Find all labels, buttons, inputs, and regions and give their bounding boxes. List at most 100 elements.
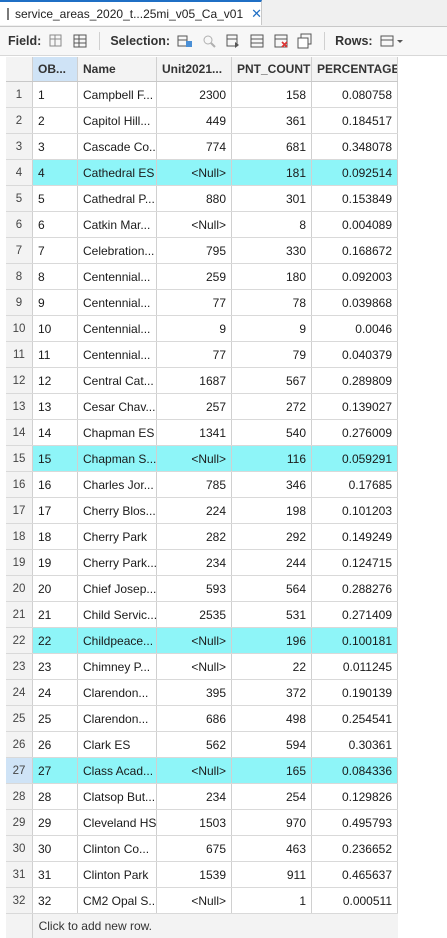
pnt-count-cell[interactable]: 346 (232, 472, 312, 497)
row-number-cell[interactable]: 18 (6, 524, 33, 549)
objectid-cell[interactable]: 4 (33, 160, 78, 185)
pnt-count-cell[interactable]: 301 (232, 186, 312, 211)
row-number-cell[interactable]: 23 (6, 654, 33, 679)
table-row[interactable]: 12 12 Central Cat... 1687 567 0.289809 (6, 368, 398, 394)
table-row[interactable]: 9 9 Centennial... 77 78 0.039868 (6, 290, 398, 316)
unit2021-cell[interactable]: 880 (157, 186, 232, 211)
name-cell[interactable]: Centennial... (78, 290, 157, 315)
row-number-cell[interactable]: 11 (6, 342, 33, 367)
table-row[interactable]: 25 25 Clarendon... 686 498 0.254541 (6, 706, 398, 732)
percentage-cell[interactable]: 0.271409 (312, 602, 398, 627)
name-cell[interactable]: Clinton Park (78, 862, 157, 887)
name-cell[interactable]: Central Cat... (78, 368, 157, 393)
pnt-count-cell[interactable]: 463 (232, 836, 312, 861)
unit2021-cell[interactable]: 282 (157, 524, 232, 549)
unit2021-cell[interactable]: 686 (157, 706, 232, 731)
unit2021-cell[interactable]: 2300 (157, 82, 232, 107)
percentage-cell[interactable]: 0.30361 (312, 732, 398, 757)
percentage-cell[interactable]: 0.011245 (312, 654, 398, 679)
unit2021-cell[interactable]: 257 (157, 394, 232, 419)
pnt-count-cell[interactable]: 567 (232, 368, 312, 393)
objectid-cell[interactable]: 22 (33, 628, 78, 653)
unit2021-cell[interactable]: <Null> (157, 888, 232, 913)
name-cell[interactable]: Chapman ES (78, 420, 157, 445)
row-number-cell[interactable]: 27 (6, 758, 33, 783)
unit2021-cell[interactable]: 9 (157, 316, 232, 341)
unit2021-cell[interactable]: 1687 (157, 368, 232, 393)
table-row[interactable]: 19 19 Cherry Park... 234 244 0.124715 (6, 550, 398, 576)
unit2021-cell[interactable]: 562 (157, 732, 232, 757)
select-by-attributes-icon[interactable] (176, 33, 194, 49)
percentage-cell[interactable]: 0.153849 (312, 186, 398, 211)
objectid-cell[interactable]: 2 (33, 108, 78, 133)
row-number-cell[interactable]: 16 (6, 472, 33, 497)
add-field-icon[interactable] (47, 33, 65, 49)
column-header-pnt-count[interactable]: PNT_COUNT (232, 57, 312, 81)
table-row[interactable]: 11 11 Centennial... 77 79 0.040379 (6, 342, 398, 368)
pnt-count-cell[interactable]: 681 (232, 134, 312, 159)
table-row[interactable]: 27 27 Class Acad... <Null> 165 0.084336 (6, 758, 398, 784)
percentage-cell[interactable]: 0.080758 (312, 82, 398, 107)
row-number-cell[interactable]: 4 (6, 160, 33, 185)
objectid-cell[interactable]: 15 (33, 446, 78, 471)
unit2021-cell[interactable]: 2535 (157, 602, 232, 627)
objectid-cell[interactable]: 26 (33, 732, 78, 757)
percentage-cell[interactable]: 0.124715 (312, 550, 398, 575)
row-number-cell[interactable]: 3 (6, 134, 33, 159)
row-number-cell[interactable]: 7 (6, 238, 33, 263)
table-tab[interactable]: service_areas_2020_t...25mi_v05_Ca_v01 ✕ (0, 0, 262, 25)
table-row[interactable]: 21 21 Child Servic... 2535 531 0.271409 (6, 602, 398, 628)
objectid-cell[interactable]: 10 (33, 316, 78, 341)
pnt-count-cell[interactable]: 116 (232, 446, 312, 471)
row-number-cell[interactable]: 20 (6, 576, 33, 601)
percentage-cell[interactable]: 0.092003 (312, 264, 398, 289)
pnt-count-cell[interactable]: 540 (232, 420, 312, 445)
percentage-cell[interactable]: 0.084336 (312, 758, 398, 783)
objectid-cell[interactable]: 25 (33, 706, 78, 731)
column-header-unit2021[interactable]: Unit2021... (157, 57, 232, 81)
percentage-cell[interactable]: 0.348078 (312, 134, 398, 159)
row-number-cell[interactable]: 24 (6, 680, 33, 705)
pnt-count-cell[interactable]: 198 (232, 498, 312, 523)
name-cell[interactable]: Cesar Chav... (78, 394, 157, 419)
row-number-header[interactable] (6, 57, 33, 81)
table-row[interactable]: 2 2 Capitol Hill... 449 361 0.184517 (6, 108, 398, 134)
unit2021-cell[interactable]: 675 (157, 836, 232, 861)
percentage-cell[interactable]: 0.17685 (312, 472, 398, 497)
percentage-cell[interactable]: 0.040379 (312, 342, 398, 367)
objectid-cell[interactable]: 1 (33, 82, 78, 107)
unit2021-cell[interactable]: 774 (157, 134, 232, 159)
row-number-cell[interactable]: 32 (6, 888, 33, 913)
row-number-cell[interactable]: 6 (6, 212, 33, 237)
name-cell[interactable]: Cathedral ES (78, 160, 157, 185)
column-header-percentage[interactable]: PERCENTAGE (312, 57, 398, 81)
table-row[interactable]: 6 6 Catkin Mar... <Null> 8 0.004089 (6, 212, 398, 238)
pnt-count-cell[interactable]: 254 (232, 784, 312, 809)
pnt-count-cell[interactable]: 564 (232, 576, 312, 601)
percentage-cell[interactable]: 0.184517 (312, 108, 398, 133)
objectid-cell[interactable]: 9 (33, 290, 78, 315)
name-cell[interactable]: Clark ES (78, 732, 157, 757)
unit2021-cell[interactable]: 1503 (157, 810, 232, 835)
table-row[interactable]: 4 4 Cathedral ES <Null> 181 0.092514 (6, 160, 398, 186)
pnt-count-cell[interactable]: 196 (232, 628, 312, 653)
table-row[interactable]: 17 17 Cherry Blos... 224 198 0.101203 (6, 498, 398, 524)
calculate-field-icon[interactable] (71, 33, 89, 49)
row-number-cell[interactable]: 30 (6, 836, 33, 861)
pnt-count-cell[interactable]: 9 (232, 316, 312, 341)
table-row[interactable]: 8 8 Centennial... 259 180 0.092003 (6, 264, 398, 290)
table-row[interactable]: 15 15 Chapman S... <Null> 116 0.059291 (6, 446, 398, 472)
column-header-name[interactable]: Name (78, 57, 157, 81)
name-cell[interactable]: Celebration... (78, 238, 157, 263)
clear-selection-icon[interactable] (248, 33, 266, 49)
percentage-cell[interactable]: 0.495793 (312, 810, 398, 835)
percentage-cell[interactable]: 0.092514 (312, 160, 398, 185)
unit2021-cell[interactable]: 234 (157, 784, 232, 809)
objectid-cell[interactable]: 27 (33, 758, 78, 783)
unit2021-cell[interactable]: 77 (157, 342, 232, 367)
switch-selection-icon[interactable] (224, 33, 242, 49)
table-row[interactable]: 28 28 Clatsop But... 234 254 0.129826 (6, 784, 398, 810)
objectid-cell[interactable]: 6 (33, 212, 78, 237)
unit2021-cell[interactable]: <Null> (157, 212, 232, 237)
table-row[interactable]: 16 16 Charles Jor... 785 346 0.17685 (6, 472, 398, 498)
